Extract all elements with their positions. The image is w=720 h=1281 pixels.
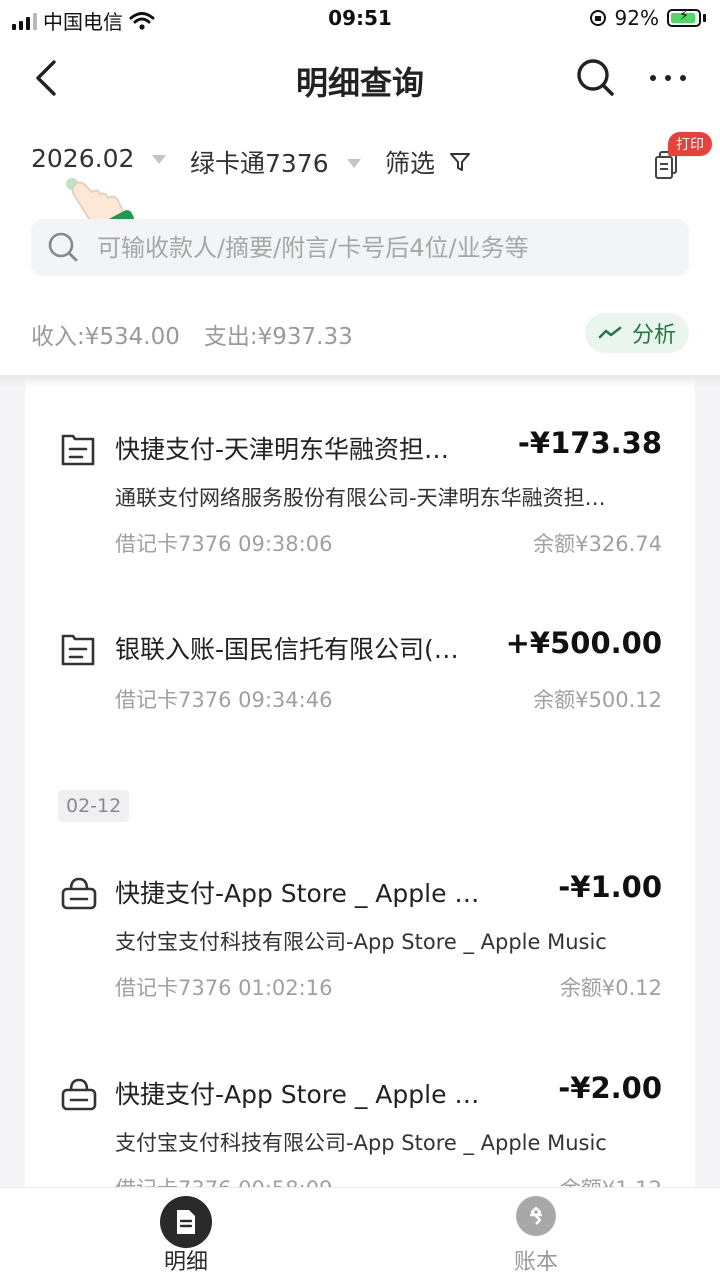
filter-label: 筛选	[385, 149, 436, 178]
transaction-balance: 余额¥500.12	[533, 688, 662, 712]
transaction-balance: 余额¥0.12	[559, 976, 662, 1000]
summary: 收入:¥534.00 支出:¥937.33	[31, 317, 353, 351]
transaction-balance: 余额¥1.12	[560, 1173, 662, 1187]
tab-ledger-icon-bg	[516, 1196, 556, 1236]
bill-icon	[61, 434, 95, 466]
bill-icon	[61, 634, 95, 666]
ledger-icon	[530, 1206, 542, 1225]
date-group-label: 02-12	[58, 790, 130, 822]
battery-percent: 92%	[614, 6, 659, 30]
transaction-meta: 借记卡7376 01:02:16	[115, 976, 333, 1000]
basket-icon	[61, 877, 97, 910]
transaction-desc: 支付宝支付科技有限公司-App Store _ Apple Music	[115, 930, 607, 954]
search-button[interactable]	[574, 56, 618, 100]
more-dots-icon	[650, 75, 686, 81]
month-label: 2026.02	[31, 144, 135, 173]
nav-bar: 明细查询	[0, 40, 720, 120]
month-selector[interactable]: 2026.02	[31, 144, 167, 173]
battery-icon: ⚡	[667, 8, 701, 27]
transaction-desc: 支付宝支付科技有限公司-App Store _ Apple Music	[115, 1131, 607, 1155]
transaction-item[interactable]: 快捷支付-App Store _ Apple Mu… -¥1.00 支付宝支付科…	[25, 870, 695, 1014]
search-icon	[577, 59, 614, 96]
search-icon	[48, 232, 78, 262]
transaction-balance: 余额¥326.74	[533, 532, 662, 556]
more-button[interactable]	[644, 56, 694, 100]
funnel-icon	[450, 153, 471, 171]
card-label: 绿卡通7376	[190, 149, 329, 178]
print-button[interactable]: 打印	[648, 132, 718, 192]
transaction-title: 银联入账-国民信托有限公司(…	[115, 635, 459, 664]
trend-line-icon	[598, 326, 622, 339]
orientation-lock-icon	[589, 10, 606, 26]
card-selector[interactable]: 绿卡通7376	[190, 144, 361, 180]
tab-details-label: 明细	[163, 1250, 208, 1275]
list-top-shadow	[0, 375, 720, 387]
filter-button[interactable]: 筛选	[385, 144, 471, 180]
transaction-amount: -¥2.00	[558, 1071, 662, 1105]
search-input[interactable]	[95, 227, 679, 269]
transaction-title: 快捷支付-App Store _ Apple Mu…	[115, 879, 495, 908]
transaction-item[interactable]: 银联入账-国民信托有限公司(… +¥500.00 借记卡7376 09:34:4…	[25, 626, 695, 720]
expense-total: 支出:¥937.33	[203, 324, 353, 350]
search-box[interactable]	[31, 219, 689, 276]
battery-cap	[703, 14, 706, 22]
tab-ledger[interactable]: 账本	[456, 1188, 616, 1281]
transaction-list: 快捷支付-天津明东华融资担… -¥173.38 通联支付网络服务股份有限公司-天…	[0, 375, 720, 1187]
transaction-meta: 借记卡7376 09:38:06	[115, 532, 333, 556]
tab-bar: 明细 账本	[0, 1187, 720, 1281]
status-right: 92% ⚡	[589, 6, 706, 30]
transaction-title: 快捷支付-App Store _ Apple M…	[115, 1080, 495, 1109]
document-icon	[177, 1210, 195, 1234]
transaction-title: 快捷支付-天津明东华融资担…	[115, 435, 450, 464]
tab-ledger-label: 账本	[513, 1250, 558, 1275]
analyze-label: 分析	[631, 323, 676, 348]
tab-details-icon-bg	[160, 1196, 212, 1248]
tab-details[interactable]: 明细	[106, 1188, 266, 1281]
transaction-item[interactable]: 快捷支付-天津明东华融资担… -¥173.38 通联支付网络服务股份有限公司-天…	[25, 426, 695, 570]
transaction-item[interactable]: 快捷支付-App Store _ Apple M… -¥2.00 支付宝支付科技…	[25, 1071, 695, 1187]
transaction-meta: 借记卡7376 00:58:09	[115, 1173, 332, 1187]
summary-bar: 收入:¥534.00 支出:¥937.33 分析	[0, 295, 720, 375]
caret-down-icon	[152, 155, 167, 164]
transaction-amount: -¥1.00	[558, 870, 662, 904]
transaction-amount: -¥173.38	[517, 426, 662, 460]
basket-icon	[61, 1078, 97, 1111]
transaction-amount: +¥500.00	[505, 626, 662, 660]
charging-bolt-icon: ⚡	[679, 8, 689, 24]
status-bar: 中国电信 09:51 92% ⚡	[0, 0, 720, 40]
transaction-meta: 借记卡7376 09:34:46	[115, 688, 333, 712]
income-total: 收入:¥534.00	[31, 324, 180, 350]
transaction-desc: 通联支付网络服务股份有限公司-天津明东华融资担…	[115, 486, 606, 510]
print-badge: 打印	[668, 132, 712, 156]
caret-down-icon	[346, 158, 361, 168]
analyze-button[interactable]: 分析	[585, 313, 689, 353]
transaction-card: 快捷支付-天津明东华融资担… -¥173.38 通联支付网络服务股份有限公司-天…	[25, 375, 695, 1187]
